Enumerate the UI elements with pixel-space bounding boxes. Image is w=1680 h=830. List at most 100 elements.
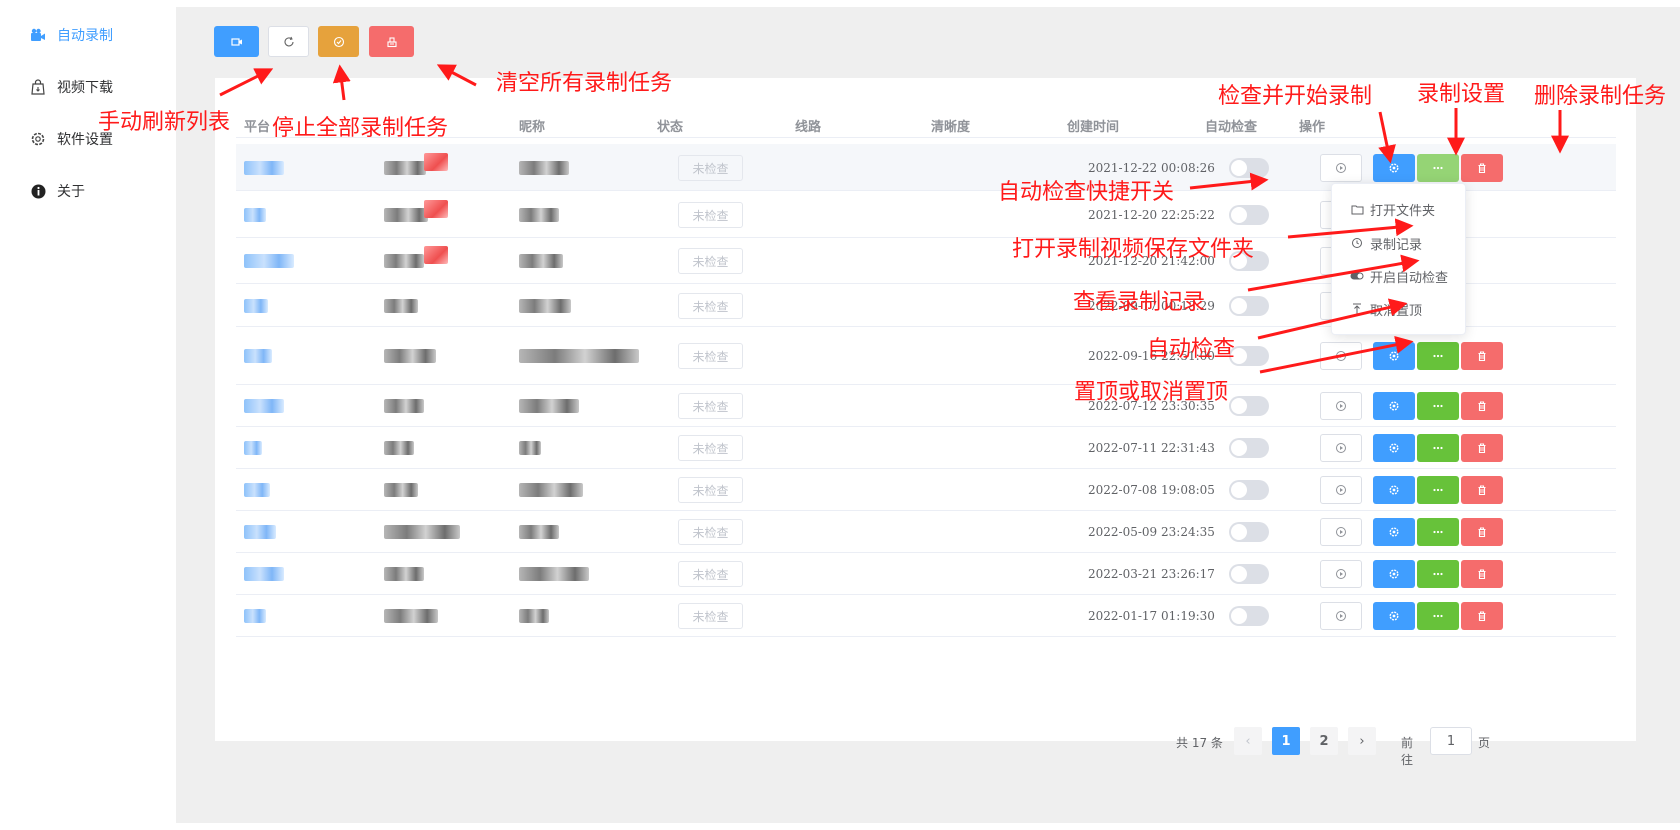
menu-item-open-folder[interactable]: 打开文件夹 — [1350, 199, 1435, 219]
stop-all-button[interactable] — [318, 26, 359, 57]
more-actions-button[interactable] — [1417, 392, 1459, 420]
room-cell — [384, 609, 438, 623]
more-actions-button[interactable] — [1417, 476, 1459, 504]
header-nickname: 昵称 — [519, 120, 546, 135]
record-settings-button[interactable] — [1373, 392, 1415, 420]
avatar — [424, 153, 448, 171]
page-1-button[interactable]: 1 — [1272, 727, 1300, 755]
settings-icon — [1389, 485, 1399, 495]
header-created: 创建时间 — [1067, 120, 1120, 135]
check-start-button[interactable] — [1320, 154, 1362, 182]
check-start-button[interactable] — [1320, 518, 1362, 546]
trash-icon — [1478, 351, 1486, 362]
delete-task-button[interactable] — [1461, 518, 1503, 546]
refresh-list-button[interactable] — [268, 26, 309, 57]
more-actions-button[interactable] — [1417, 342, 1459, 370]
delete-task-button[interactable] — [1461, 392, 1503, 420]
sidebar-item-auto-record[interactable]: 自动录制 — [30, 23, 113, 47]
nickname-cell — [519, 525, 559, 539]
nickname-cell — [519, 567, 589, 581]
platform-cell — [244, 441, 262, 455]
play-circle-icon — [1336, 401, 1346, 411]
auto-check-toggle[interactable] — [1229, 396, 1269, 416]
check-start-button[interactable] — [1320, 342, 1362, 370]
sidebar-item-about[interactable]: 关于 — [30, 179, 85, 203]
refresh-icon — [284, 36, 294, 46]
record-settings-button[interactable] — [1373, 518, 1415, 546]
header-quality: 清晰度 — [931, 120, 971, 135]
menu-item-enable-auto-check[interactable]: 开启自动检查 — [1350, 266, 1448, 286]
play-circle-icon — [1336, 569, 1346, 579]
auto-check-toggle[interactable] — [1229, 480, 1269, 500]
unpin-icon — [1350, 303, 1364, 315]
nickname-cell — [519, 299, 571, 313]
record-settings-button[interactable] — [1373, 560, 1415, 588]
delete-task-button[interactable] — [1461, 476, 1503, 504]
auto-check-toggle[interactable] — [1229, 158, 1269, 178]
check-start-button[interactable] — [1320, 476, 1362, 504]
check-start-button[interactable] — [1320, 560, 1362, 588]
delete-task-button[interactable] — [1461, 154, 1503, 182]
prev-page-button[interactable]: ‹ — [1234, 727, 1262, 755]
play-circle-icon — [1336, 443, 1346, 453]
record-settings-button[interactable] — [1373, 476, 1415, 504]
play-circle-icon — [1336, 485, 1346, 495]
header-line: 线路 — [795, 120, 822, 135]
record-settings-button[interactable] — [1373, 154, 1415, 182]
goto-page-input[interactable]: 1 — [1430, 727, 1472, 755]
record-settings-button[interactable] — [1373, 434, 1415, 462]
page-2-button[interactable]: 2 — [1310, 727, 1338, 755]
created-time: 2021-12-20 22:25:22 — [1088, 208, 1215, 222]
toggle-icon — [1350, 272, 1364, 280]
play-circle-icon — [1336, 527, 1346, 537]
auto-check-toggle[interactable] — [1229, 522, 1269, 542]
sidebar-item-video-download[interactable]: 视频下载 — [30, 75, 113, 99]
auto-check-toggle[interactable] — [1229, 438, 1269, 458]
delete-task-button[interactable] — [1461, 342, 1503, 370]
platform-cell — [244, 609, 266, 623]
created-time: 2021-12-22 00:08:26 — [1088, 161, 1215, 175]
more-actions-button[interactable] — [1417, 154, 1459, 182]
room-cell — [384, 399, 424, 413]
nickname-cell — [519, 254, 563, 268]
play-circle-icon — [1336, 351, 1346, 361]
nickname-cell — [519, 609, 549, 623]
clear-icon — [386, 36, 397, 47]
next-page-button[interactable]: › — [1348, 727, 1376, 755]
auto-check-toggle[interactable] — [1229, 296, 1269, 316]
check-start-button[interactable] — [1320, 392, 1362, 420]
record-settings-button[interactable] — [1373, 602, 1415, 630]
trash-icon — [1478, 401, 1486, 412]
settings-icon — [1389, 401, 1399, 411]
menu-item-label: 开启自动检查 — [1370, 270, 1449, 286]
nickname-cell — [519, 161, 569, 175]
table-row: 未检查 2022-05-09 23:24:35 — [236, 511, 1616, 553]
status-badge: 未检查 — [678, 519, 743, 545]
record-settings-button[interactable] — [1373, 342, 1415, 370]
menu-item-unpin[interactable]: 取消置顶 — [1350, 299, 1422, 319]
annotation-auto-toggle: 自动检查快捷开关 — [998, 180, 1175, 205]
sidebar-item-label: 关于 — [57, 184, 85, 200]
more-actions-button[interactable] — [1417, 434, 1459, 462]
auto-check-toggle[interactable] — [1229, 606, 1269, 626]
room-cell — [384, 299, 418, 313]
annotation-check-start: 检查并开始录制 — [1218, 84, 1373, 109]
created-time: 2022-01-17 01:19:30 — [1088, 609, 1215, 623]
nickname-cell — [519, 208, 559, 222]
more-actions-button[interactable] — [1417, 518, 1459, 546]
delete-task-button[interactable] — [1461, 434, 1503, 462]
clear-all-button[interactable] — [369, 26, 414, 57]
more-actions-button[interactable] — [1417, 560, 1459, 588]
more-actions-button[interactable] — [1417, 602, 1459, 630]
auto-check-toggle[interactable] — [1229, 205, 1269, 225]
trash-icon — [1478, 163, 1486, 174]
delete-task-button[interactable] — [1461, 560, 1503, 588]
add-recording-button[interactable] — [214, 26, 259, 57]
video-add-icon — [230, 37, 242, 46]
check-start-button[interactable] — [1320, 602, 1362, 630]
room-cell — [384, 525, 460, 539]
auto-check-toggle[interactable] — [1229, 564, 1269, 584]
menu-item-records[interactable]: 录制记录 — [1350, 233, 1422, 253]
delete-task-button[interactable] — [1461, 602, 1503, 630]
check-start-button[interactable] — [1320, 434, 1362, 462]
